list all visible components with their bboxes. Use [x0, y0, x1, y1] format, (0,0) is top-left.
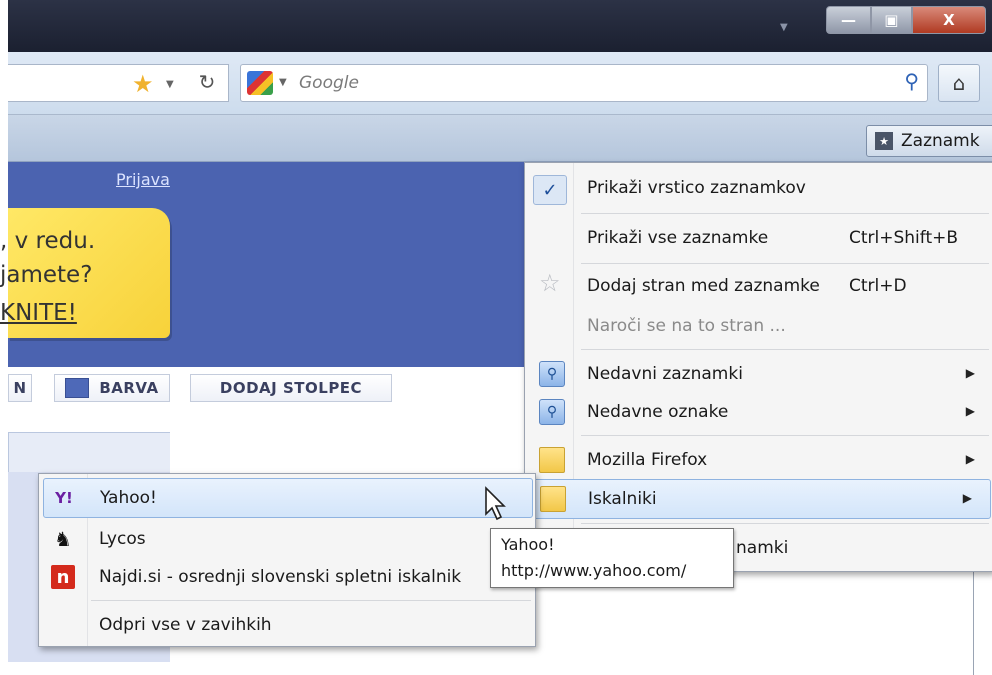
bookmarks-icon: ★ — [875, 132, 893, 150]
login-link[interactable]: Prijava — [116, 170, 170, 189]
menu-item-label: Mozilla Firefox — [587, 450, 708, 470]
tooltip: Yahoo! http://www.yahoo.com/ — [490, 528, 734, 588]
submenu-item-najdi[interactable]: n Najdi.si - osrednji slovenski spletni … — [39, 558, 535, 596]
bookmarks-button-label: Zaznamk — [901, 131, 980, 151]
promo-sticky-note[interactable]: , v redu. jamete? KNITE! — [0, 208, 170, 338]
star-outline-icon: ☆ — [539, 269, 561, 297]
page-panel-header — [8, 432, 172, 474]
submenu-item-label: Odpri vse v zavihkih — [99, 615, 272, 635]
menu-separator — [91, 600, 531, 601]
search-placeholder: Google — [299, 73, 359, 93]
window-controls: — ▣ X — [826, 6, 986, 36]
menu-separator — [581, 263, 989, 264]
menu-item-recent-bookmarks[interactable]: ⚲ Nedavni zaznamki ▶ — [525, 355, 992, 393]
mouse-cursor-icon — [485, 486, 506, 521]
menu-separator — [581, 213, 989, 214]
checkmark-icon: ✓ — [533, 175, 567, 205]
submenu-item-label: Lycos — [99, 529, 146, 549]
menu-item-show-toolbar[interactable]: ✓ Prikaži vrstico zaznamkov — [525, 169, 992, 207]
home-button[interactable]: ⌂ — [938, 64, 980, 102]
menu-item-shortcut: Ctrl+Shift+B — [849, 228, 959, 248]
reload-icon[interactable]: ↻ — [192, 68, 222, 96]
tab-list-dropdown-icon[interactable]: ▼ — [780, 22, 788, 33]
search-engines-submenu: Y! Yahoo! ♞ Lycos n Najdi.si - osrednji … — [38, 473, 536, 647]
submenu-item-label: Najdi.si - osrednji slovenski spletni is… — [99, 567, 462, 587]
page-tabs-row: N BARVA DODAJ STOLPEC — [8, 368, 530, 408]
submenu-item-label: Yahoo! — [100, 488, 157, 508]
minimize-button[interactable]: — — [826, 6, 871, 34]
folder-icon — [540, 486, 566, 512]
menu-item-label: Naroči se na to stran ... — [587, 316, 786, 336]
menu-separator — [581, 349, 989, 350]
note-line-1: , v redu. — [0, 228, 96, 254]
menu-item-label: Prikaži vrstico zaznamkov — [587, 178, 806, 198]
divider — [973, 572, 974, 675]
menu-separator — [581, 435, 989, 436]
menu-item-label: Dodaj stran med zaznamke — [587, 276, 820, 296]
menu-item-partial-label[interactable]: namki — [736, 538, 788, 558]
history-dropdown-icon[interactable]: ▼ — [166, 79, 174, 90]
tooltip-title: Yahoo! — [501, 535, 555, 554]
menu-item-label: Iskalniki — [588, 489, 657, 509]
submenu-arrow-icon: ▶ — [965, 404, 975, 418]
menu-item-show-all[interactable]: Prikaži vse zaznamke Ctrl+Shift+B — [525, 219, 992, 257]
bookmarks-menu: ✓ Prikaži vrstico zaznamkov Prikaži vse … — [524, 162, 992, 572]
menu-item-add-page[interactable]: ☆ Dodaj stran med zaznamke Ctrl+D — [525, 267, 992, 305]
menu-item-recent-tags[interactable]: ⚲ Nedavne oznake ▶ — [525, 393, 992, 431]
menu-item-firefox-folder[interactable]: Mozilla Firefox ▶ — [525, 441, 992, 479]
submenu-item-lycos[interactable]: ♞ Lycos — [39, 520, 535, 558]
submenu-arrow-icon: ▶ — [965, 452, 975, 466]
menu-item-label: Prikaži vse zaznamke — [587, 228, 769, 248]
submenu-arrow-icon: ▶ — [965, 366, 975, 380]
menu-separator — [581, 523, 989, 524]
note-line-2: jamete? — [0, 262, 93, 288]
maximize-button[interactable]: ▣ — [870, 6, 912, 34]
google-engine-icon[interactable] — [247, 71, 273, 95]
page-tab-barva[interactable]: BARVA — [54, 374, 170, 402]
close-button[interactable]: X — [911, 6, 986, 34]
yahoo-icon: Y! — [55, 489, 73, 507]
bookmarks-menu-button[interactable]: ★ Zaznamk — [866, 125, 992, 157]
home-icon: ⌂ — [952, 71, 966, 95]
tooltip-url: http://www.yahoo.com/ — [501, 561, 687, 580]
submenu-arrow-icon: ▶ — [962, 491, 972, 505]
engine-dropdown-icon[interactable]: ▼ — [279, 77, 287, 88]
search-input[interactable]: ▼ Google ⚲ — [240, 64, 928, 102]
submenu-item-yahoo[interactable]: Y! Yahoo! — [43, 478, 533, 518]
menu-item-subscribe: Naroči se na to stran ... — [525, 307, 992, 345]
page-tab-add-column[interactable]: DODAJ STOLPEC — [190, 374, 392, 402]
submenu-item-open-all[interactable]: Odpri vse v zavihkih — [39, 606, 535, 644]
menu-item-label: Nedavne oznake — [587, 402, 729, 422]
menu-item-label: Nedavni zaznamki — [587, 364, 743, 384]
folder-icon — [539, 447, 565, 473]
menu-item-search-engines-folder[interactable]: Iskalniki ▶ — [531, 479, 991, 519]
bookmarks-toolbar: ★ Zaznamk — [8, 115, 992, 162]
color-swatch — [65, 378, 90, 398]
bookmark-star-icon[interactable]: ★ — [132, 70, 154, 98]
najdi-icon: n — [51, 565, 75, 589]
smart-folder-icon: ⚲ — [539, 399, 565, 425]
menu-item-shortcut: Ctrl+D — [849, 276, 907, 296]
smart-folder-icon: ⚲ — [539, 361, 565, 387]
tab-barva-label: BARVA — [99, 379, 159, 397]
page-tab-partial[interactable]: N — [8, 374, 32, 402]
navigation-toolbar: ★ ▼ ↻ ▼ Google ⚲ ⌂ — [8, 52, 992, 115]
lycos-dog-icon: ♞ — [54, 527, 72, 551]
note-line-3[interactable]: KNITE! — [0, 300, 77, 326]
search-magnifier-icon[interactable]: ⚲ — [904, 69, 919, 93]
